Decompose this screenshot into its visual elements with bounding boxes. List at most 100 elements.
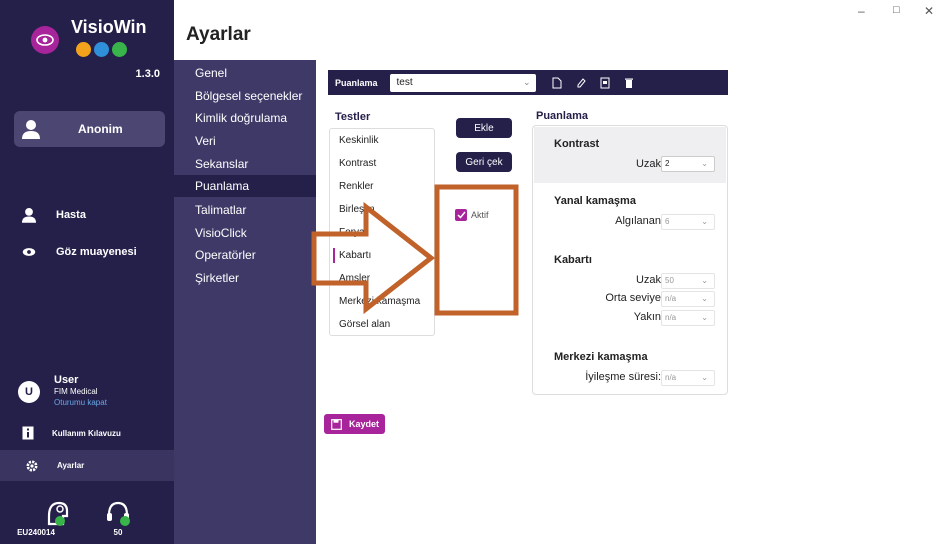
kabarti-yakin-value: n/a (665, 313, 677, 322)
tests-title: Testler (335, 111, 371, 123)
manual-label: Kullanım Kılavuzu (52, 428, 121, 438)
gear-icon (26, 460, 38, 471)
glasses-icon (112, 42, 127, 57)
info-icon (22, 426, 34, 440)
tests-list: Keskinlik Kontrast Renkler Birleşim Forya Kab… (329, 128, 435, 336)
profile-label: Anonim (78, 122, 123, 136)
undo-button[interactable]: Geri çek (456, 152, 512, 172)
test-item[interactable]: Birleşim (330, 198, 434, 221)
test-item[interactable]: Kabartı (330, 244, 434, 267)
active-checkbox[interactable]: Aktif (455, 209, 489, 221)
kabarti-orta-label: Orta seviye (605, 292, 661, 304)
test-item[interactable]: Kontrast (330, 152, 434, 175)
kabarti-yakin-select[interactable]: n/a ⌄ (661, 310, 715, 326)
chevron-down-icon: ⌄ (701, 276, 708, 285)
maximize-icon[interactable]: □ (893, 4, 900, 16)
sidebar: VisioWin 1.3.0 Anonim Hasta Göz muayenes… (0, 0, 174, 544)
chevron-down-icon: ⌄ (522, 77, 531, 87)
test-item[interactable]: Renkler (330, 175, 434, 198)
device-headset[interactable] (98, 497, 138, 529)
avatar: U (18, 380, 40, 403)
subnav-puanlama[interactable]: Puanlama (174, 175, 316, 197)
merkezi-iyilesme-label: İyileşme süresi: (585, 371, 661, 383)
kabarti-uzak-label: Uzak (635, 274, 661, 286)
bulb-icon (76, 42, 91, 57)
scoring-toolbar: Puanlama test ⌄ (328, 70, 728, 95)
test-item[interactable]: Görsel alan (330, 313, 434, 336)
copy-icon[interactable] (600, 77, 610, 89)
profile-button[interactable]: Anonim (14, 111, 165, 147)
chevron-down-icon: ⌄ (701, 217, 708, 226)
page-title: Ayarlar (186, 24, 251, 45)
headset-icon (107, 501, 130, 526)
scoring-title: Puanlama (536, 110, 588, 122)
subnav-bolgesel[interactable]: Bölgesel seçenekler (174, 85, 316, 107)
kontrast-uzak-value: 2 (665, 159, 670, 168)
minimize-icon[interactable]: – (858, 4, 865, 18)
chevron-down-icon: ⌄ (701, 159, 708, 168)
add-button[interactable]: Ekle (456, 118, 512, 138)
test-item[interactable]: Amsler (330, 267, 434, 290)
scoring-profile-value: test (396, 77, 413, 88)
nav-hasta-label: Hasta (56, 209, 86, 221)
save-button[interactable]: Kaydet (324, 414, 385, 434)
chevron-down-icon: ⌄ (701, 313, 708, 322)
device-eu-label: EU240014 (17, 528, 55, 537)
test-item[interactable]: Keskinlik (330, 129, 434, 152)
delete-icon[interactable] (624, 77, 634, 89)
manual-link[interactable]: Kullanım Kılavuzu (22, 426, 121, 440)
section-merkezi-title: Merkezi kamaşma (554, 351, 648, 363)
kabarti-orta-value: n/a (665, 294, 677, 303)
kontrast-uzak-select[interactable]: 2 ⌄ (661, 156, 715, 172)
settings-nav-item[interactable]: Ayarlar (0, 450, 174, 481)
device-headset-label: 50 (113, 528, 123, 537)
subnav-talimatlar[interactable]: Talimatlar (174, 199, 316, 221)
new-file-icon[interactable] (552, 77, 562, 89)
save-label: Kaydet (349, 419, 380, 429)
nav-goz-muayenesi[interactable]: Göz muayenesi (22, 246, 137, 258)
save-icon (331, 418, 342, 430)
scoring-profile-select[interactable]: test ⌄ (389, 73, 536, 92)
brand-feature-icons (76, 42, 127, 57)
subnav-sekanslar[interactable]: Sekanslar (174, 153, 316, 175)
test-item[interactable]: Forya (330, 221, 434, 244)
kabarti-uzak-select[interactable]: 50 ⌄ (661, 273, 715, 289)
kabarti-orta-select[interactable]: n/a ⌄ (661, 291, 715, 307)
scoring-panel: Kontrast Uzak 2 ⌄ Yanal kamaşma Algılanan… (532, 125, 728, 395)
settings-label: Ayarlar (57, 461, 85, 470)
checkmark-icon (455, 209, 467, 221)
nav-hasta[interactable]: Hasta (22, 207, 86, 223)
main-area: Ayarlar – □ ✕ Genel Bölgesel seçenekler … (174, 0, 938, 544)
yanal-algilanan-label: Algılanan (615, 215, 661, 227)
eye-wave-icon (94, 42, 109, 57)
person-icon (22, 208, 36, 223)
yanal-algilanan-select[interactable]: 6 ⌄ (661, 214, 715, 230)
active-checkbox-label: Aktif (471, 210, 489, 220)
subnav-genel[interactable]: Genel (174, 62, 316, 84)
section-kontrast-title: Kontrast (554, 138, 600, 150)
merkezi-iyilesme-select[interactable]: n/a ⌄ (661, 370, 715, 386)
subnav-sirketler[interactable]: Şirketler (174, 267, 316, 289)
subnav-veri[interactable]: Veri (174, 130, 316, 152)
toolbar-label: Puanlama (335, 77, 378, 88)
user-block: U User FIM Medical Oturumu kapat (18, 375, 107, 408)
app-name: VisioWin (71, 17, 147, 37)
subnav-operatorler[interactable]: Operatörler (174, 244, 316, 266)
person-icon (22, 120, 40, 139)
subnav-visioclick[interactable]: VisioClick (174, 222, 316, 244)
test-item[interactable]: Merkezi kamaşma (330, 290, 434, 313)
device-eu[interactable] (38, 497, 78, 529)
subnav-kimlik[interactable]: Kimlik doğrulama (174, 107, 316, 129)
close-icon[interactable]: ✕ (924, 4, 934, 18)
merkezi-iyilesme-value: n/a (665, 373, 677, 382)
app-version: 1.3.0 (135, 68, 160, 80)
logout-link[interactable]: Oturumu kapat (54, 397, 107, 408)
edit-icon[interactable] (576, 77, 586, 89)
settings-subnav: Genel Bölgesel seçenekler Kimlik doğrula… (174, 60, 316, 544)
kabarti-yakin-label: Yakın (633, 311, 661, 323)
yanal-algilanan-value: 6 (665, 217, 670, 226)
kontrast-highlight (534, 127, 726, 183)
user-name: User (54, 374, 79, 386)
nav-goz-muayenesi-label: Göz muayenesi (56, 246, 137, 258)
visiowin-logo-icon (31, 26, 59, 54)
